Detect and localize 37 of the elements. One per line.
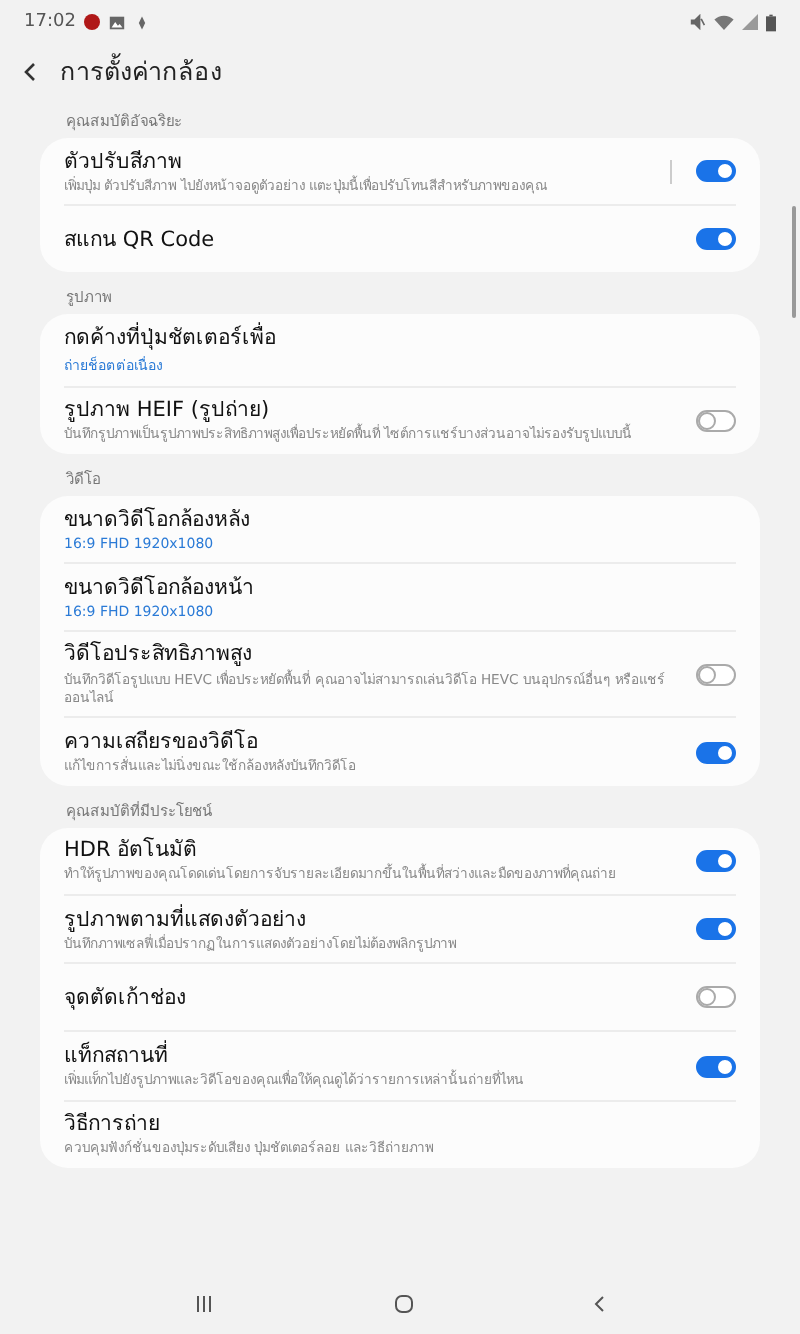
gallery-icon — [107, 13, 126, 31]
setting-title: ความเสถียรของวิดีโอ — [64, 727, 260, 756]
setting-title: วิธีการถ่าย — [64, 1110, 162, 1138]
setting-title: แท็กสถานที่ — [64, 1041, 170, 1069]
setting-title: วิดีโอประสิทธิภาพสูง — [64, 640, 254, 669]
toggle-switch[interactable] — [696, 849, 736, 872]
back-icon[interactable] — [24, 62, 36, 82]
home-icon[interactable] — [394, 1294, 414, 1314]
toggle-switch[interactable] — [696, 663, 736, 686]
setting-row[interactable]: จุดตัดเก้าช่อง — [64, 964, 736, 1031]
toggle-switch[interactable] — [696, 1055, 736, 1078]
toggle-switch[interactable] — [696, 409, 736, 432]
battery-icon — [766, 13, 776, 31]
signal-icon — [742, 14, 758, 30]
toggle-switch[interactable] — [696, 918, 736, 941]
page-title: การตั้งค่ากล้อง — [60, 52, 222, 90]
scrollbar-thumb — [792, 206, 796, 318]
toggle-switch[interactable] — [696, 228, 736, 251]
setting-title: รูปภาพตามที่แสดงตัวอย่าง — [64, 905, 306, 932]
setting-title: รูปภาพ HEIF (รูปถ่าย) — [64, 396, 272, 423]
record-icon — [83, 14, 100, 30]
setting-title: ขนาดวิดีโอกล้องหลัง — [64, 505, 252, 534]
setting-row[interactable]: สแกน QR Code — [64, 206, 736, 273]
setting-title: จุดตัดเก้าช่อง — [64, 983, 188, 1012]
setting-title: กดค้างที่ปุ่มชัตเตอร์เพื่อ — [64, 323, 278, 353]
wifi-icon — [714, 14, 734, 30]
setting-title: HDR อัตโนมัติ — [64, 836, 200, 863]
setting-title: ขนาดวิดีโอกล้องหน้า — [64, 573, 256, 602]
setting-title: สแกน QR Code — [64, 225, 217, 254]
toggle-switch[interactable] — [696, 160, 736, 183]
setting-title: ตัวปรับสีภาพ — [64, 147, 184, 176]
mute-icon — [690, 14, 706, 30]
toggle-switch[interactable] — [696, 741, 736, 764]
back-nav-icon[interactable] — [594, 1294, 606, 1314]
recent-apps-icon[interactable] — [194, 1294, 214, 1314]
toggle-switch[interactable] — [696, 986, 736, 1009]
status-time: 17:02 — [24, 12, 76, 32]
